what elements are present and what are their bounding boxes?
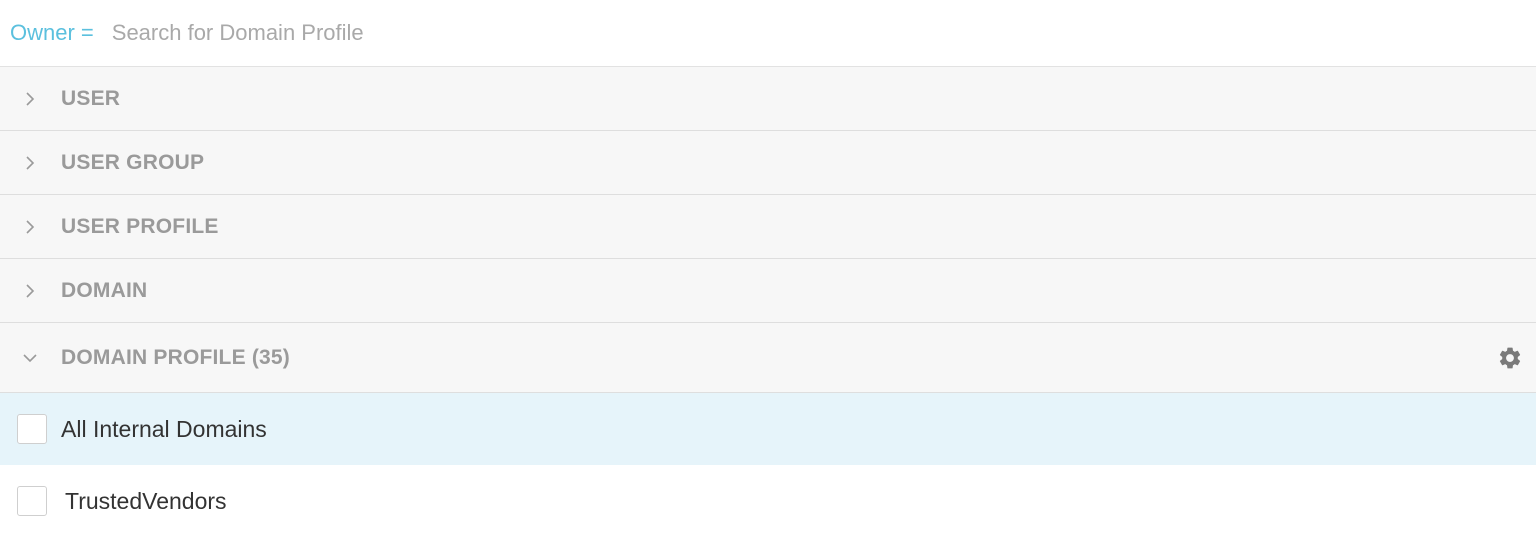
section-label: DOMAIN PROFILE (35) — [61, 345, 290, 369]
search-input[interactable] — [111, 13, 1536, 53]
section-label: USER GROUP — [61, 150, 205, 174]
section-domain-profile[interactable]: DOMAIN PROFILE (35) — [0, 323, 1536, 393]
chevron-down-icon — [20, 348, 40, 368]
section-label: DOMAIN — [61, 278, 148, 302]
list-item-all-internal-domains[interactable]: All Internal Domains — [0, 393, 1536, 465]
chevron-right-icon — [20, 281, 40, 301]
section-label: USER — [61, 86, 121, 110]
section-user[interactable]: USER — [0, 67, 1536, 131]
chevron-right-icon — [20, 153, 40, 173]
section-user-group[interactable]: USER GROUP — [0, 131, 1536, 195]
owner-filter-label[interactable]: Owner = — [10, 20, 94, 46]
checkbox[interactable] — [17, 414, 47, 444]
list-item-label: All Internal Domains — [61, 415, 267, 442]
section-domain[interactable]: DOMAIN — [0, 259, 1536, 323]
list-item-trusted-vendors[interactable]: TrustedVendors — [0, 465, 1536, 537]
gear-icon[interactable] — [1496, 344, 1524, 372]
chevron-right-icon — [20, 217, 40, 237]
chevron-right-icon — [20, 89, 40, 109]
search-bar: Owner = — [0, 0, 1536, 67]
checkbox[interactable] — [17, 486, 47, 516]
section-label: USER PROFILE — [61, 214, 219, 238]
section-user-profile[interactable]: USER PROFILE — [0, 195, 1536, 259]
list-item-label: TrustedVendors — [65, 487, 227, 514]
